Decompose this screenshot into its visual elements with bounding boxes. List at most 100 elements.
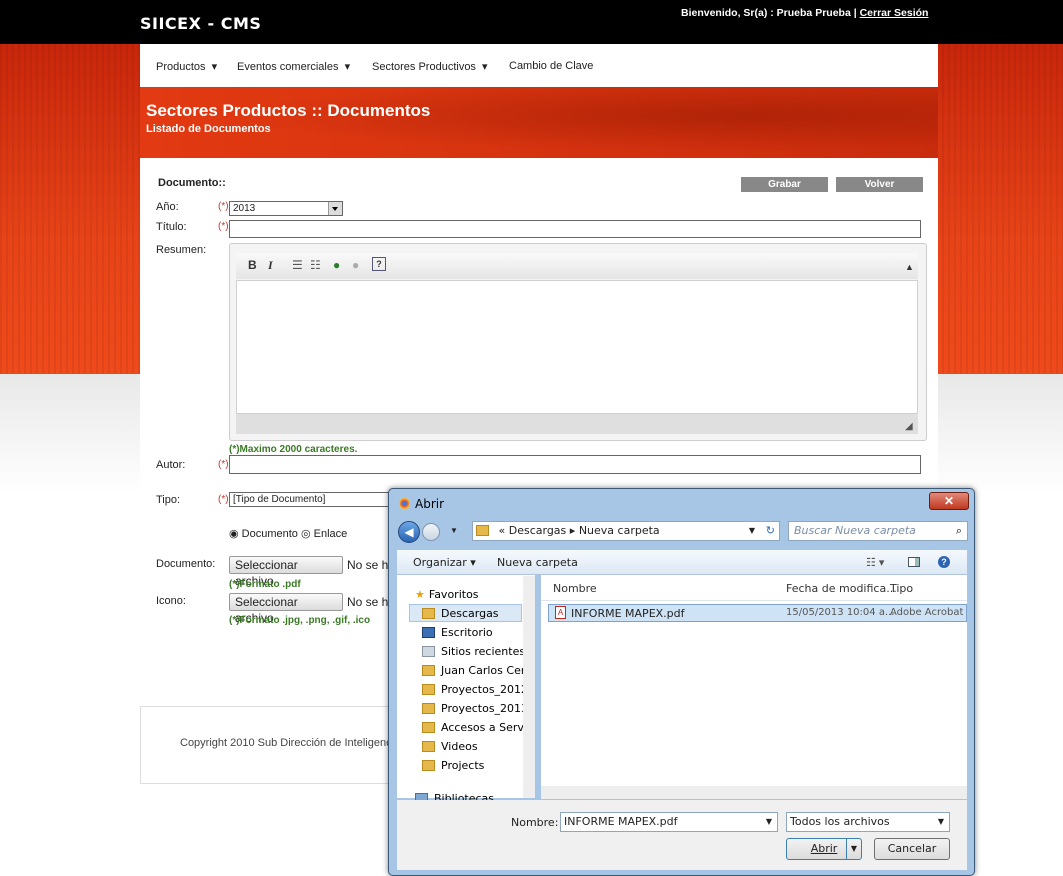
document-note: (*)Formato .pdf xyxy=(229,579,301,590)
folder-icon xyxy=(422,684,435,695)
file-name: INFORME MAPEX.pdf xyxy=(571,607,685,620)
tree-juan-carlos[interactable]: Juan Carlos Cerv xyxy=(422,664,532,677)
folder-icon xyxy=(422,703,435,714)
tree-accesos-servidor[interactable]: Accesos a Servid xyxy=(422,721,534,734)
welcome-text: Bienvenido, Sr(a) : Prueba Prueba | xyxy=(681,7,857,19)
radio-documento[interactable]: ◉ Documento xyxy=(229,528,298,540)
nav-eventos-comerciales[interactable]: Eventos comerciales ▾ xyxy=(237,60,350,73)
summary-label: Resumen: xyxy=(156,244,207,256)
view-options-icon[interactable]: ☷ ▾ xyxy=(866,556,884,569)
tree-favoritos[interactable]: ★ Favoritos xyxy=(415,588,479,601)
column-date[interactable]: Fecha de modifica... xyxy=(786,582,897,595)
type-select[interactable]: [Tipo de Documento] xyxy=(229,492,393,507)
breadcrumb-descargas[interactable]: Descargas xyxy=(509,524,567,537)
tree-projects[interactable]: Projects xyxy=(422,759,484,772)
tree-sitios-recientes[interactable]: Sitios recientes xyxy=(422,645,525,658)
type-radio-group: ◉ Documento ◎ Enlace xyxy=(229,527,347,540)
tree-descargas[interactable]: Descargas xyxy=(422,607,499,620)
summary-textarea[interactable] xyxy=(236,280,918,414)
chrome-icon xyxy=(399,498,410,509)
section-title: Documento:: xyxy=(158,177,226,189)
logout-link[interactable]: Cerrar Sesión xyxy=(860,7,929,19)
tree-scrollbar[interactable] xyxy=(523,576,535,798)
address-bar[interactable]: « Descargas ▸ Nueva carpeta ▼ ↻ xyxy=(472,521,780,541)
type-label: Tipo: xyxy=(156,494,181,506)
folder-icon xyxy=(422,741,435,752)
chevron-down-icon[interactable]: ▼ xyxy=(766,813,772,831)
required-mark: (*) xyxy=(218,221,229,232)
author-input[interactable] xyxy=(229,455,921,474)
resize-handle-icon[interactable]: ◢ xyxy=(905,421,913,432)
chevron-down-icon[interactable]: ▼ xyxy=(846,839,861,859)
tree-escritorio[interactable]: Escritorio xyxy=(422,626,493,639)
cancel-button[interactable]: Cancelar xyxy=(874,838,950,860)
icon-file-button[interactable]: Seleccionar archivo xyxy=(229,593,343,625)
file-date: 15/05/2013 10:04 a... xyxy=(786,607,895,618)
page-subtitle: Listado de Documentos xyxy=(146,123,271,135)
required-mark: (*) xyxy=(218,459,229,470)
recent-places-icon xyxy=(422,646,435,657)
refresh-icon[interactable]: ↻ xyxy=(766,522,775,540)
author-label: Autor: xyxy=(156,459,186,471)
bold-icon[interactable]: B xyxy=(248,258,257,272)
tree-proyectos-2013[interactable]: Proyectos_2013 xyxy=(422,702,528,715)
document-file-button[interactable]: Seleccionar archivo xyxy=(229,556,343,588)
insert-link-icon[interactable]: ● xyxy=(333,258,340,272)
nav-sectores-productivos[interactable]: Sectores Productivos ▾ xyxy=(372,60,488,73)
back-arrow-icon[interactable]: ◀ xyxy=(398,521,420,543)
filename-label: Nombre: xyxy=(511,816,559,829)
title-input[interactable] xyxy=(229,220,921,238)
back-button[interactable]: Volver xyxy=(836,177,923,192)
unlink-icon[interactable]: ● xyxy=(352,258,359,272)
column-name[interactable]: Nombre xyxy=(553,582,597,595)
folder-icon xyxy=(422,760,435,771)
required-mark: (*) xyxy=(218,494,229,505)
file-type-filter[interactable]: Todos los archivos ▼ xyxy=(786,812,950,832)
search-icon: ⌕ xyxy=(955,524,962,537)
forward-arrow-icon[interactable] xyxy=(422,523,440,541)
italic-icon[interactable]: I xyxy=(268,258,273,273)
folder-icon xyxy=(476,525,489,536)
year-label: Año: xyxy=(156,201,179,213)
app-logo: SIICEX - CMS xyxy=(140,14,262,33)
chevron-down-icon xyxy=(328,202,342,215)
breadcrumb-nueva-carpeta[interactable]: Nueva carpeta xyxy=(579,524,660,537)
main-nav: Productos ▾ Eventos comerciales ▾ Sector… xyxy=(140,44,938,87)
search-input[interactable]: Buscar Nueva carpeta ⌕ xyxy=(788,521,968,541)
filename-input[interactable]: INFORME MAPEX.pdf ▼ xyxy=(560,812,778,832)
dialog-title: Abrir xyxy=(415,497,445,511)
document-label: Documento: xyxy=(156,558,216,570)
dialog-close-button[interactable]: ✕ xyxy=(929,492,969,510)
file-type: Adobe Acrobat I xyxy=(890,607,967,618)
organize-menu[interactable]: Organizar ▾ xyxy=(413,556,476,569)
nav-productos[interactable]: Productos ▾ xyxy=(156,60,217,73)
tree-proyectos-2012[interactable]: Proyectos_2012 xyxy=(422,683,528,696)
welcome-bar: Bienvenido, Sr(a) : Prueba Prueba | Cerr… xyxy=(681,7,928,19)
new-folder-button[interactable]: Nueva carpeta xyxy=(497,556,578,569)
open-button[interactable]: Abrir ▼ xyxy=(786,838,862,860)
page-title: Sectores Productos :: Documentos xyxy=(146,101,431,120)
folder-icon xyxy=(422,722,435,733)
year-select[interactable]: 2013 xyxy=(229,201,343,216)
expand-icon[interactable]: ▲ xyxy=(905,262,914,272)
summary-note: (*)Maximo 2000 caracteres. xyxy=(229,444,358,455)
nav-cambio-de-clave[interactable]: Cambio de Clave xyxy=(509,60,593,72)
column-type[interactable]: Tipo xyxy=(890,582,913,595)
preview-pane-icon[interactable] xyxy=(908,557,920,567)
chevron-down-icon[interactable]: ▼ xyxy=(749,522,755,540)
help-icon[interactable]: ? xyxy=(372,257,386,271)
save-button[interactable]: Grabar xyxy=(741,177,828,192)
icon-note: (*)Formato .jpg, .png, .gif, .ico xyxy=(229,615,371,626)
pdf-file-icon: A xyxy=(555,606,566,619)
radio-enlace[interactable]: ◎ Enlace xyxy=(301,528,347,540)
bullet-list-icon[interactable]: ☷ xyxy=(310,258,321,272)
file-list-scrollbar[interactable] xyxy=(541,786,967,799)
history-dropdown-icon[interactable]: ▼ xyxy=(450,526,458,535)
user-folder-icon xyxy=(422,665,435,676)
title-label: Título: xyxy=(156,221,187,233)
help-icon[interactable]: ? xyxy=(938,556,950,568)
tree-videos[interactable]: Videos xyxy=(422,740,478,753)
desktop-icon xyxy=(422,627,435,638)
numbered-list-icon[interactable]: ☰ xyxy=(292,258,303,272)
copyright-text: Copyright 2010 Sub Dirección de Intelige… xyxy=(180,737,392,749)
